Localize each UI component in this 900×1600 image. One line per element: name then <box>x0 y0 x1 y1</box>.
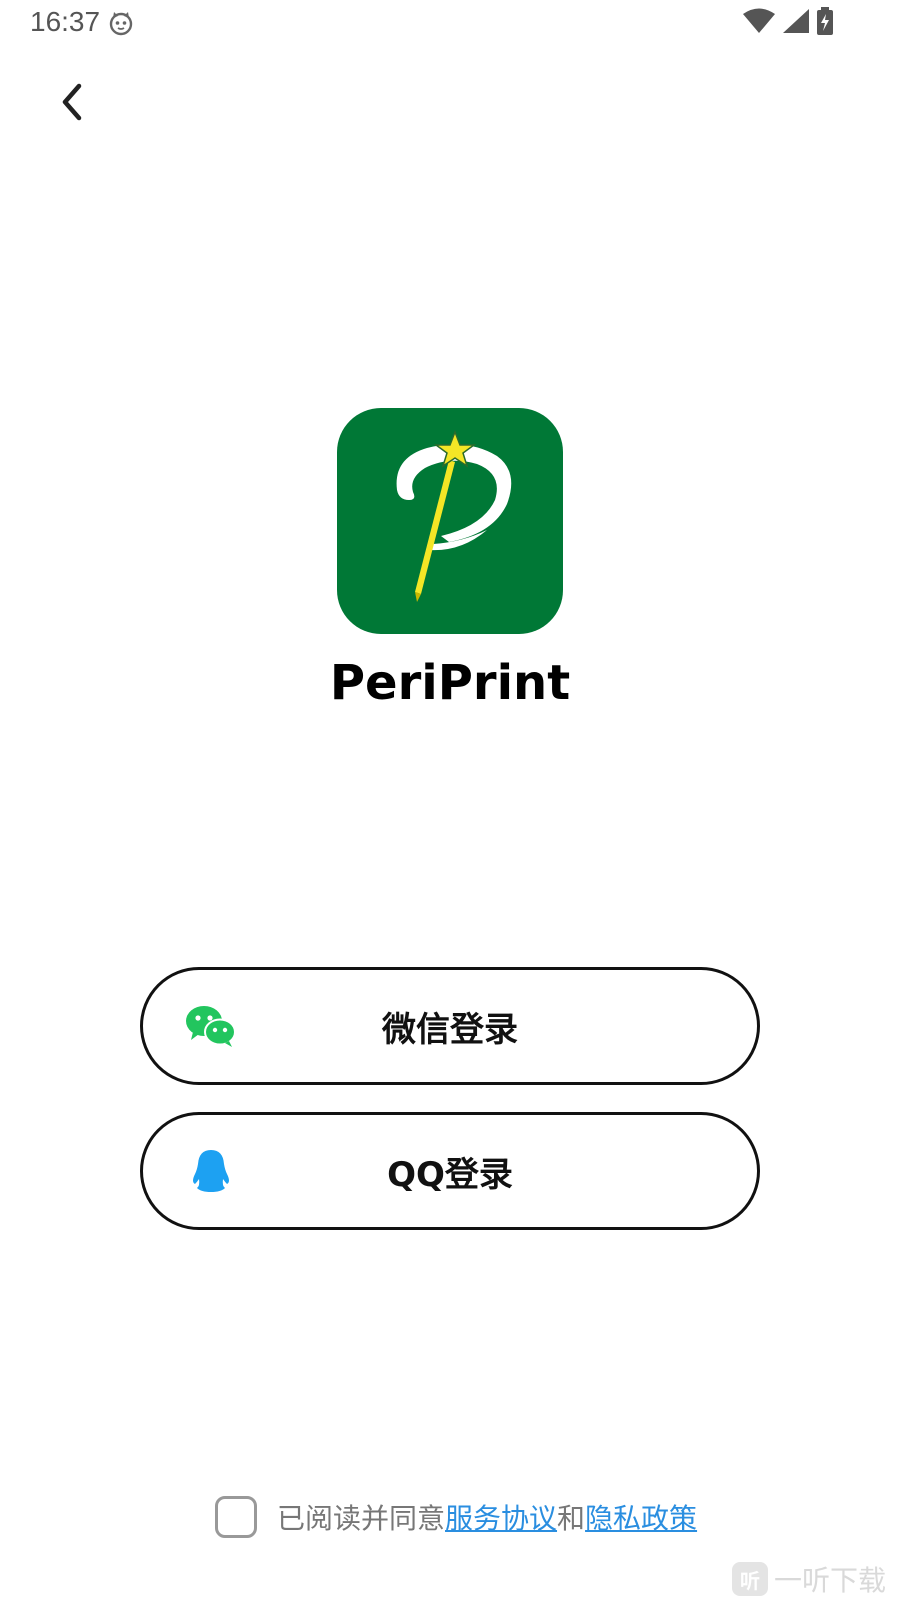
wifi-icon <box>742 8 776 38</box>
watermark-badge: 听 <box>731 1562 768 1596</box>
agreement-prefix: 已阅读并同意 <box>277 1502 446 1535</box>
agreement-checkbox[interactable] <box>215 1496 257 1538</box>
battery-charging-icon <box>816 7 834 39</box>
privacy-policy-link[interactable]: 隐私政策 <box>585 1497 697 1537</box>
watermark-text: 一听下载 <box>773 1564 886 1597</box>
status-icons <box>742 7 834 39</box>
cat-notification-icon <box>108 10 134 36</box>
status-bar: 16:37 <box>0 0 900 48</box>
chevron-left-icon <box>57 82 87 126</box>
app-name: PeriPrint <box>329 655 571 711</box>
watermark: 听 一听下载 <box>731 1562 886 1597</box>
status-time: 16:37 <box>30 6 101 37</box>
back-button[interactable] <box>46 78 98 130</box>
cellular-signal-icon <box>782 8 810 38</box>
qq-login-button[interactable]: QQ登录 <box>140 1112 760 1230</box>
qq-login-label: QQ登录 <box>387 1154 513 1195</box>
agreement-row: 已阅读并同意 服务协议 和 隐私政策 <box>215 1494 697 1540</box>
agreement-connector: 和 <box>557 1502 586 1535</box>
terms-of-service-link[interactable]: 服务协议 <box>445 1497 557 1537</box>
wechat-login-label: 微信登录 <box>382 1009 518 1050</box>
app-logo <box>337 408 563 634</box>
wechat-login-button[interactable]: 微信登录 <box>140 967 760 1085</box>
